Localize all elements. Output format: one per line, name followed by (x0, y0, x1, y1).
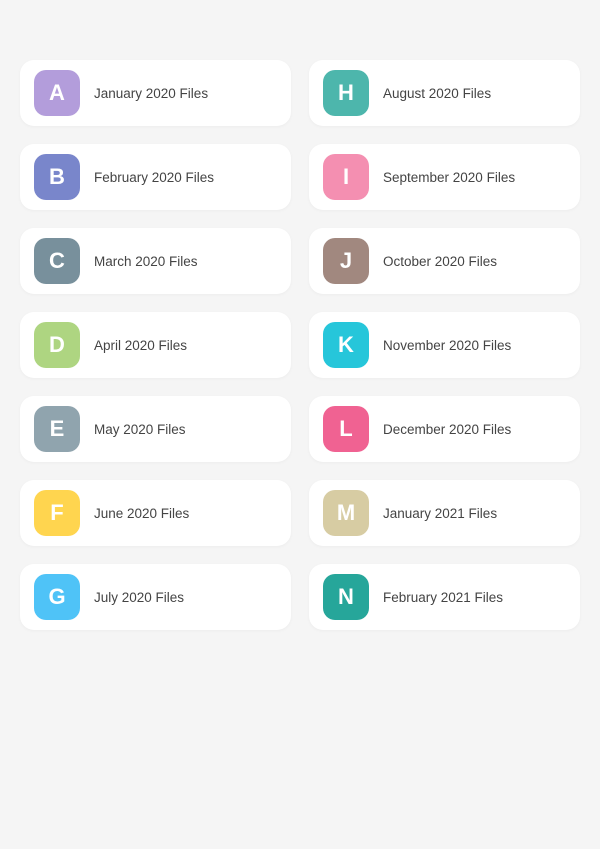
folder-label-m: January 2021 Files (383, 506, 497, 521)
folder-item-g[interactable]: G July 2020 Files (20, 564, 291, 630)
folder-item-c[interactable]: C March 2020 Files (20, 228, 291, 294)
folder-label-d: April 2020 Files (94, 338, 187, 353)
folder-item-f[interactable]: F June 2020 Files (20, 480, 291, 546)
folder-badge-n: N (323, 574, 369, 620)
folder-label-g: July 2020 Files (94, 590, 184, 605)
folder-badge-e: E (34, 406, 80, 452)
folder-item-b[interactable]: B February 2020 Files (20, 144, 291, 210)
folder-badge-b: B (34, 154, 80, 200)
folder-grid: A January 2020 Files H August 2020 Files B Fe… (20, 60, 580, 630)
folder-item-d[interactable]: D April 2020 Files (20, 312, 291, 378)
folder-badge-h: H (323, 70, 369, 116)
folder-badge-c: C (34, 238, 80, 284)
folder-item-i[interactable]: I September 2020 Files (309, 144, 580, 210)
folder-badge-f: F (34, 490, 80, 536)
folder-item-h[interactable]: H August 2020 Files (309, 60, 580, 126)
folder-label-e: May 2020 Files (94, 422, 186, 437)
folder-badge-l: L (323, 406, 369, 452)
folder-badge-m: M (323, 490, 369, 536)
folder-item-n[interactable]: N February 2021 Files (309, 564, 580, 630)
folder-item-l[interactable]: L December 2020 Files (309, 396, 580, 462)
folder-badge-j: J (323, 238, 369, 284)
folder-label-k: November 2020 Files (383, 338, 511, 353)
folder-item-k[interactable]: K November 2020 Files (309, 312, 580, 378)
folder-label-a: January 2020 Files (94, 86, 208, 101)
folder-label-f: June 2020 Files (94, 506, 189, 521)
folder-badge-k: K (323, 322, 369, 368)
folder-item-a[interactable]: A January 2020 Files (20, 60, 291, 126)
folder-badge-g: G (34, 574, 80, 620)
folder-label-l: December 2020 Files (383, 422, 511, 437)
folder-item-e[interactable]: E May 2020 Files (20, 396, 291, 462)
folder-badge-i: I (323, 154, 369, 200)
folder-label-i: September 2020 Files (383, 170, 515, 185)
folder-label-h: August 2020 Files (383, 86, 491, 101)
folder-badge-d: D (34, 322, 80, 368)
folder-label-b: February 2020 Files (94, 170, 214, 185)
folder-badge-a: A (34, 70, 80, 116)
folder-item-j[interactable]: J October 2020 Files (309, 228, 580, 294)
folder-item-m[interactable]: M January 2021 Files (309, 480, 580, 546)
folder-label-j: October 2020 Files (383, 254, 497, 269)
folder-label-c: March 2020 Files (94, 254, 198, 269)
folder-label-n: February 2021 Files (383, 590, 503, 605)
